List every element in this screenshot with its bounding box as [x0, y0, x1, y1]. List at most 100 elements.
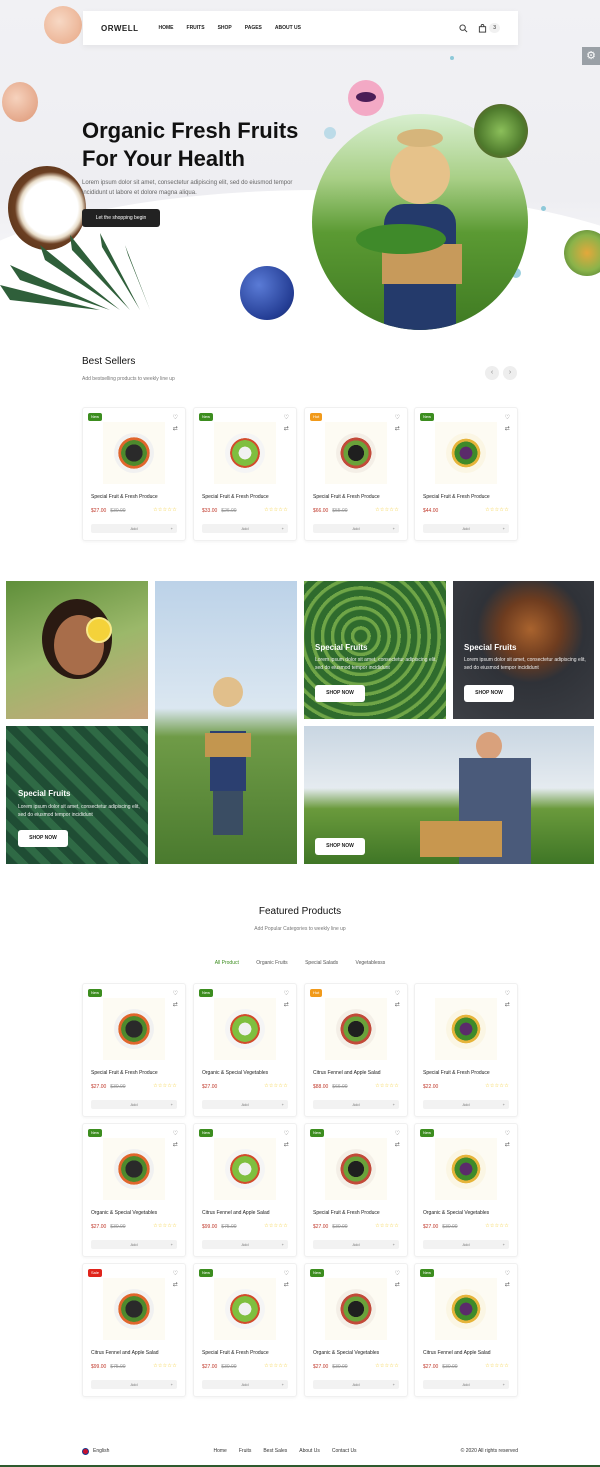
shuffle-icon[interactable]: ⇄	[284, 1000, 289, 1011]
heart-icon[interactable]: ♡	[505, 413, 510, 424]
shop-now-button[interactable]: SHOP NOW	[464, 685, 514, 702]
shuffle-icon[interactable]: ⇄	[395, 1000, 400, 1011]
heart-icon[interactable]: ♡	[284, 989, 289, 1000]
heart-icon[interactable]: ♡	[505, 1269, 510, 1280]
product-name[interactable]: Citrus Fennel and Apple Salad	[91, 1350, 159, 1356]
product-name[interactable]: Special Fruit & Fresh Produce	[202, 1350, 269, 1356]
add-to-cart-button[interactable]: Add +	[91, 524, 177, 533]
heart-icon[interactable]: ♡	[284, 1269, 289, 1280]
product-card[interactable]: Hot ♡ ⇄ Citrus Fennel and Apple Salad $88.00…	[304, 983, 408, 1117]
heart-icon[interactable]: ♡	[284, 1129, 289, 1140]
shuffle-icon[interactable]: ⇄	[505, 1000, 510, 1011]
nav-about-us[interactable]: ABOUT US	[275, 25, 301, 31]
add-to-cart-button[interactable]: Add +	[313, 1100, 399, 1109]
next-arrow-button[interactable]: ›	[503, 366, 517, 380]
add-to-cart-button[interactable]: Add +	[91, 1100, 177, 1109]
product-card[interactable]: New ♡ ⇄ Special Fruit & Fresh Produce $27.00…	[193, 1263, 297, 1397]
product-name[interactable]: Citrus Fennel and Apple Salad	[202, 1210, 270, 1216]
shop-now-button[interactable]: SHOP NOW	[18, 830, 68, 847]
add-to-cart-button[interactable]: Add +	[91, 1380, 177, 1389]
cart-button[interactable]: 3	[478, 23, 500, 33]
shuffle-icon[interactable]: ⇄	[395, 1280, 400, 1291]
nav-home[interactable]: HOME	[159, 25, 174, 31]
footer-link-contact-us[interactable]: Contact Us	[332, 1448, 357, 1454]
shuffle-icon[interactable]: ⇄	[505, 424, 510, 435]
shuffle-icon[interactable]: ⇄	[173, 424, 178, 435]
heart-icon[interactable]: ♡	[505, 989, 510, 1000]
product-image[interactable]	[325, 1278, 387, 1340]
add-to-cart-button[interactable]: Add +	[423, 524, 509, 533]
heart-icon[interactable]: ♡	[395, 413, 400, 424]
shopping-begin-button[interactable]: Let the shopping begin	[82, 209, 160, 227]
product-image[interactable]	[103, 1138, 165, 1200]
heart-icon[interactable]: ♡	[395, 1129, 400, 1140]
add-to-cart-button[interactable]: Add +	[423, 1380, 509, 1389]
product-name[interactable]: Organic & Special Vegetables	[313, 1350, 379, 1356]
footer-link-best-sales[interactable]: Best Sales	[263, 1448, 287, 1454]
product-card[interactable]: Sale ♡ ⇄ Citrus Fennel and Apple Salad $99.0…	[82, 1263, 186, 1397]
heart-icon[interactable]: ♡	[395, 1269, 400, 1280]
shuffle-icon[interactable]: ⇄	[173, 1000, 178, 1011]
add-to-cart-button[interactable]: Add +	[202, 1380, 288, 1389]
product-name[interactable]: Citrus Fennel and Apple Salad	[313, 1070, 381, 1076]
product-name[interactable]: Special Fruit & Fresh Produce	[313, 494, 380, 500]
language-selector[interactable]: English	[82, 1447, 109, 1455]
add-to-cart-button[interactable]: Add +	[313, 524, 399, 533]
heart-icon[interactable]: ♡	[284, 413, 289, 424]
product-image[interactable]	[325, 1138, 387, 1200]
shuffle-icon[interactable]: ⇄	[395, 1140, 400, 1151]
shop-now-button[interactable]: SHOP NOW	[315, 685, 365, 702]
shuffle-icon[interactable]: ⇄	[395, 424, 400, 435]
product-image[interactable]	[435, 422, 497, 484]
add-to-cart-button[interactable]: Add +	[202, 1240, 288, 1249]
tab-vegetables[interactable]: Vegetablesss	[356, 960, 386, 966]
prev-arrow-button[interactable]: ‹	[485, 366, 499, 380]
search-icon[interactable]	[459, 23, 468, 33]
heart-icon[interactable]: ♡	[173, 1129, 178, 1140]
product-image[interactable]	[435, 1138, 497, 1200]
tab-organic-fruits[interactable]: Organic Fruits	[256, 960, 287, 966]
product-image[interactable]	[103, 1278, 165, 1340]
product-image[interactable]	[214, 1138, 276, 1200]
heart-icon[interactable]: ♡	[173, 1269, 178, 1280]
shuffle-icon[interactable]: ⇄	[505, 1280, 510, 1291]
heart-icon[interactable]: ♡	[173, 989, 178, 1000]
product-card[interactable]: New ♡ ⇄ Organic & Special Vegetables $27.00 $…	[304, 1263, 408, 1397]
add-to-cart-button[interactable]: Add +	[423, 1240, 509, 1249]
product-image[interactable]	[435, 1278, 497, 1340]
tab-all-product[interactable]: All Product	[215, 960, 239, 966]
add-to-cart-button[interactable]: Add +	[313, 1380, 399, 1389]
product-card[interactable]: New ♡ ⇄ Special Fruit & Fresh Produce $27.00…	[82, 407, 186, 541]
footer-link-fruits[interactable]: Fruits	[239, 1448, 252, 1454]
add-to-cart-button[interactable]: Add +	[91, 1240, 177, 1249]
product-name[interactable]: Special Fruit & Fresh Produce	[91, 494, 158, 500]
shuffle-icon[interactable]: ⇄	[173, 1140, 178, 1151]
product-image[interactable]	[214, 998, 276, 1060]
nav-fruits[interactable]: FRUITS	[187, 25, 205, 31]
product-image[interactable]	[214, 1278, 276, 1340]
product-name[interactable]: Citrus Fennel and Apple Salad	[423, 1350, 491, 1356]
settings-gear-button[interactable]: ⚙	[582, 47, 600, 65]
product-card[interactable]: New ♡ ⇄ Organic & Special Vegetables $27.00 $…	[82, 1123, 186, 1257]
product-image[interactable]	[103, 998, 165, 1060]
product-image[interactable]	[325, 422, 387, 484]
product-card[interactable]: New ♡ ⇄ Special Fruit & Fresh Produce $44.00…	[414, 407, 518, 541]
nav-shop[interactable]: SHOP	[218, 25, 232, 31]
site-logo[interactable]: ORWELL	[101, 24, 139, 33]
shuffle-icon[interactable]: ⇄	[284, 1140, 289, 1151]
product-card[interactable]: New ♡ ⇄ Special Fruit & Fresh Produce $33.00…	[193, 407, 297, 541]
add-to-cart-button[interactable]: Add +	[202, 524, 288, 533]
add-to-cart-button[interactable]: Add +	[423, 1100, 509, 1109]
product-card[interactable]: ♡ ⇄ Special Fruit & Fresh Produce $22.00 ☆☆☆…	[414, 983, 518, 1117]
product-card[interactable]: New ♡ ⇄ Organic & Special Vegetables $27.00 ☆…	[193, 983, 297, 1117]
product-name[interactable]: Special Fruit & Fresh Produce	[423, 494, 490, 500]
product-name[interactable]: Special Fruit & Fresh Produce	[313, 1210, 380, 1216]
heart-icon[interactable]: ♡	[395, 989, 400, 1000]
product-name[interactable]: Special Fruit & Fresh Produce	[423, 1070, 490, 1076]
footer-link-about-us[interactable]: About Us	[299, 1448, 320, 1454]
product-card[interactable]: New ♡ ⇄ Organic & Special Vegetables $27.00 $…	[414, 1123, 518, 1257]
product-name[interactable]: Organic & Special Vegetables	[423, 1210, 489, 1216]
product-name[interactable]: Special Fruit & Fresh Produce	[202, 494, 269, 500]
product-card[interactable]: New ♡ ⇄ Special Fruit & Fresh Produce $27.00…	[82, 983, 186, 1117]
heart-icon[interactable]: ♡	[505, 1129, 510, 1140]
